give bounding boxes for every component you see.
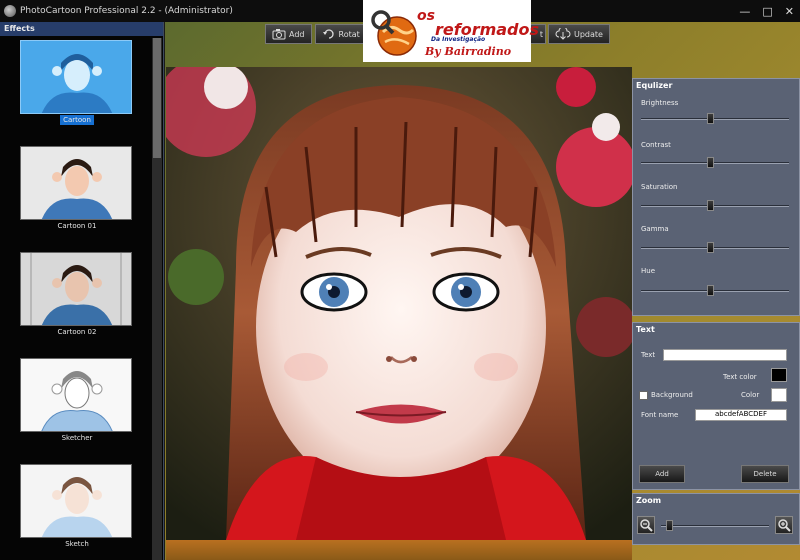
text-panel: Text Text Text color Background Color Fo… (632, 322, 800, 490)
font-name-selector[interactable]: abcdefABCDEF (695, 409, 787, 421)
zoom-out-button[interactable] (637, 516, 655, 534)
equalizer-title: Equlizer (636, 81, 673, 90)
top-toolbar: Add Rotat (265, 24, 367, 46)
effect-thumbnail (20, 464, 132, 538)
effect-item-cartoon-01[interactable]: Cartoon 01 (20, 146, 134, 250)
add-button[interactable]: Add (265, 24, 312, 44)
window-controls: — □ ✕ (739, 0, 794, 22)
effect-item-cartoon-02[interactable]: Cartoon 02 (20, 252, 134, 356)
effect-thumbnail (20, 146, 132, 220)
brightness-slider-knob[interactable] (707, 113, 715, 124)
effect-thumbnail (20, 358, 132, 432)
globe-emblem-icon (371, 10, 417, 56)
window-title: PhotoCartoon Professional 2.2 - (Adminis… (20, 6, 233, 16)
effect-thumbnail (20, 40, 132, 114)
text-field-label: Text (641, 351, 656, 359)
effect-label: Sketch (65, 540, 89, 548)
effect-label: Cartoon (60, 115, 94, 125)
text-panel-title: Text (636, 325, 655, 334)
saturation-label: Saturation (641, 183, 678, 191)
contrast-slider-knob[interactable] (707, 157, 715, 168)
effect-label: Cartoon 02 (57, 328, 97, 336)
text-color-label: Text color (723, 373, 757, 381)
zoom-slider-knob[interactable] (666, 520, 674, 531)
delete-text-button[interactable]: Delete (741, 465, 789, 483)
update-button-label: Update (574, 29, 603, 39)
brightness-label: Brightness (641, 99, 679, 107)
effects-title: Effects (0, 22, 163, 36)
watermark-line-3: Da Investigação (431, 36, 486, 43)
camera-icon (272, 29, 286, 40)
zoom-slider[interactable] (661, 520, 769, 531)
zoom-in-button[interactable] (775, 516, 793, 534)
effect-item-cartoon[interactable]: Cartoon (20, 40, 134, 144)
brightness-slider[interactable] (641, 113, 789, 124)
cloud-download-icon (555, 28, 571, 40)
close-button[interactable]: ✕ (785, 5, 794, 18)
rotate-button-label: Rotat (338, 29, 360, 39)
canvas-bottom-strip (166, 540, 632, 560)
effect-thumbnail (20, 252, 132, 326)
effect-label: Sketcher (61, 434, 93, 442)
maximize-button[interactable]: □ (762, 5, 772, 18)
zoom-out-icon (640, 519, 653, 532)
zoom-panel: Zoom (632, 493, 800, 545)
hue-slider-knob[interactable] (707, 285, 715, 296)
background-checkbox[interactable] (639, 391, 648, 400)
effects-panel: Effects Cartoon Cartoon 01 Cartoon 02 Sk… (0, 22, 164, 560)
bg-color-label: Color (741, 391, 760, 399)
gamma-slider[interactable] (641, 242, 789, 253)
effect-item-sketcher[interactable]: Sketcher (20, 358, 134, 462)
zoom-title: Zoom (636, 496, 662, 505)
app-icon (4, 5, 16, 17)
gamma-slider-knob[interactable] (707, 242, 715, 253)
effects-scrollbar[interactable] (152, 38, 162, 560)
hue-slider[interactable] (641, 285, 789, 296)
equalizer-panel: Equlizer Brightness Contrast Saturation … (632, 78, 800, 316)
text-input[interactable] (663, 349, 787, 361)
bg-color-swatch[interactable] (771, 388, 787, 402)
background-label: Background (651, 391, 693, 399)
saturation-slider[interactable] (641, 200, 789, 211)
contrast-slider[interactable] (641, 157, 789, 168)
watermark-line-4: By Bairradino (425, 45, 512, 58)
watermark-logo: os reformados Da Investigação By Bairrad… (363, 0, 539, 62)
add-button-label: Add (289, 29, 305, 39)
minimize-button[interactable]: — (739, 5, 750, 18)
contrast-label: Contrast (641, 141, 671, 149)
text-color-swatch[interactable] (771, 368, 787, 382)
saturation-slider-knob[interactable] (707, 200, 715, 211)
effect-label: Cartoon 01 (57, 222, 97, 230)
rotate-icon (322, 29, 334, 39)
add-text-button[interactable]: Add (639, 465, 685, 483)
export-button-label: t (539, 29, 543, 39)
rotate-button[interactable]: Rotat (314, 24, 367, 44)
update-button[interactable]: Update (548, 24, 610, 44)
effect-item-sketch[interactable]: Sketch (20, 464, 134, 560)
hue-label: Hue (641, 267, 656, 275)
font-name-label: Font name (641, 411, 679, 419)
effects-scrollbar-thumb[interactable] (153, 38, 161, 158)
zoom-in-icon (778, 519, 791, 532)
watermark-line-1: os (417, 8, 435, 24)
photo-canvas[interactable] (166, 67, 632, 540)
gamma-label: Gamma (641, 225, 669, 233)
